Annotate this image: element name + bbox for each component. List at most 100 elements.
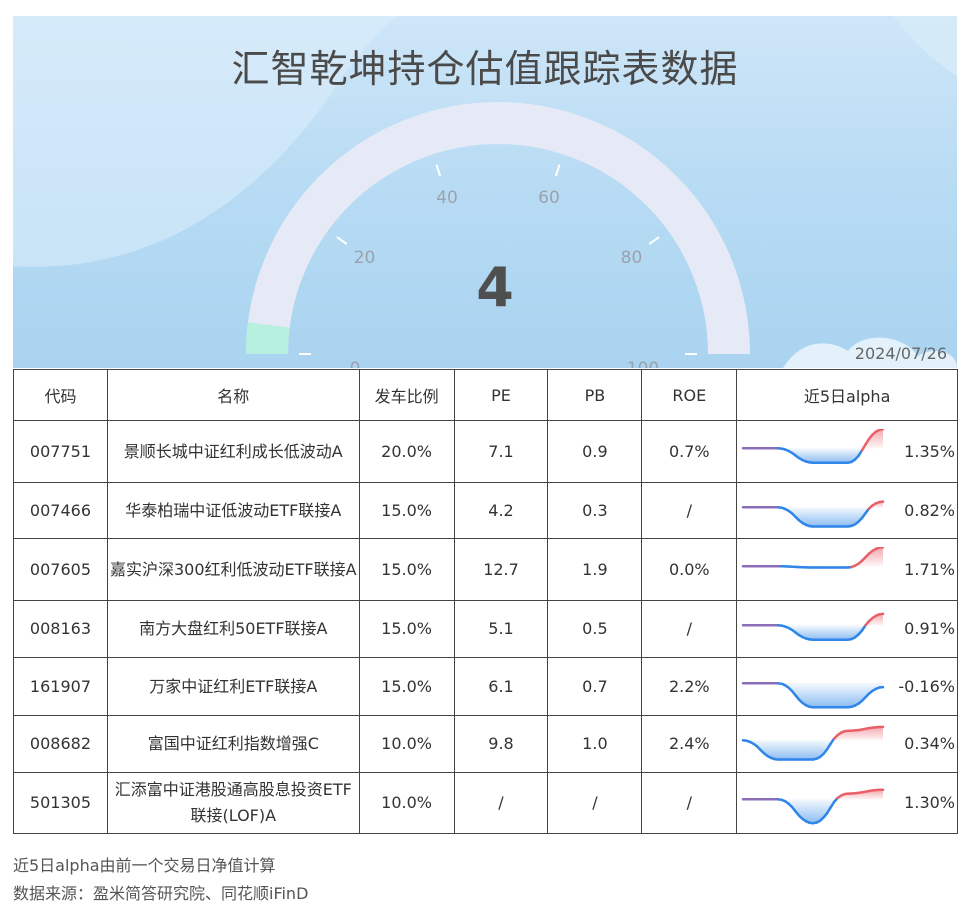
sparkline-positive-area	[743, 546, 884, 566]
fund-roe: 2.4%	[641, 715, 738, 773]
fund-pe: /	[453, 772, 549, 834]
alpha-sparkline	[742, 681, 885, 708]
fund-pe: 9.8	[453, 715, 549, 773]
alpha-value: 1.30%	[904, 793, 955, 812]
table-row: 008682 富国中证红利指数增强C 10.0% 9.8 1.0 2.4% 0.…	[13, 715, 958, 773]
fund-ratio: 15.0%	[358, 657, 455, 716]
sparkline-segment	[878, 612, 885, 616]
fund-code: 007466	[13, 482, 108, 539]
fund-name: 景顺长城中证红利成长低波动A	[106, 420, 360, 483]
alpha-value: 1.71%	[904, 559, 955, 579]
fund-name: 汇添富中证港股通高股息投资ETF联接(LOF)A	[106, 772, 360, 834]
table-row: 161907 万家中证红利ETF联接A 15.0% 6.1 0.7 2.2% -…	[13, 657, 958, 716]
header-ratio: 发车比例	[358, 369, 455, 421]
fund-name: 富国中证红利指数增强C	[106, 715, 360, 773]
table-row: 008163 南方大盘红利50ETF联接A 15.0% 5.1 0.5 / 0.…	[13, 600, 958, 658]
alpha-cell: 1.30%	[736, 772, 958, 834]
table-row: 007605 嘉实沪深300红利低波动ETF联接A 15.0% 12.7 1.9…	[13, 538, 958, 601]
fund-ratio: 15.0%	[358, 600, 455, 658]
alpha-sparkline	[742, 612, 885, 641]
header-roe: ROE	[641, 369, 738, 421]
fund-ratio: 15.0%	[358, 538, 455, 601]
sparkline-negative-area	[743, 682, 884, 707]
sparkline-positive-area	[743, 613, 884, 626]
fund-pb: 0.3	[547, 482, 643, 539]
alpha-value: 0.34%	[904, 734, 955, 753]
fund-pb: 0.5	[547, 600, 643, 658]
fund-code: 007605	[13, 538, 108, 601]
fund-code: 008163	[13, 600, 108, 658]
fund-name: 万家中证红利ETF联接A	[106, 657, 360, 716]
alpha-sparkline	[742, 725, 885, 761]
table-row: 007466 华泰柏瑞中证低波动ETF联接A 15.0% 4.2 0.3 / 0…	[13, 482, 958, 539]
fund-code: 501305	[13, 772, 108, 834]
fund-roe: /	[641, 772, 738, 834]
fund-code: 008682	[13, 715, 108, 773]
sparkline-segment	[878, 428, 885, 431]
header-pe: PE	[453, 369, 549, 421]
footnotes: 近5日alpha由前一个交易日净值计算 数据来源：盈米简答研究院、同花顺iFin…	[13, 852, 308, 908]
alpha-value: -0.16%	[898, 676, 955, 696]
alpha-cell: 0.91%	[736, 600, 958, 658]
gauge-tick	[648, 236, 660, 245]
sparkline-negative-area	[743, 740, 884, 760]
fund-name: 南方大盘红利50ETF联接A	[106, 600, 360, 658]
gauge-tick	[435, 164, 442, 177]
alpha-cell: -0.16%	[736, 657, 958, 716]
gauge-tick	[336, 236, 348, 245]
sparkline-negative-area	[743, 625, 884, 640]
gauge-tick-label: 20	[354, 248, 376, 268]
alpha-cell: 0.82%	[736, 482, 958, 539]
table-row: 007751 景顺长城中证红利成长低波动A 20.0% 7.1 0.9 0.7%…	[13, 420, 958, 483]
fund-pe: 6.1	[453, 657, 549, 716]
footnote-alpha: 近5日alpha由前一个交易日净值计算	[13, 856, 276, 875]
gauge-tick-label: 0	[350, 359, 361, 368]
fund-pe: 4.2	[453, 482, 549, 539]
alpha-sparkline	[742, 499, 885, 528]
fund-pe: 5.1	[453, 600, 549, 658]
fund-ratio: 10.0%	[358, 715, 455, 773]
table-header-row: 代码 名称 发车比例 PE PB ROE 近5日alpha	[13, 369, 958, 421]
fund-code: 161907	[13, 657, 108, 716]
fund-name: 华泰柏瑞中证低波动ETF联接A	[106, 482, 360, 539]
fund-roe: 2.2%	[641, 657, 738, 716]
fund-roe: 0.0%	[641, 538, 738, 601]
fund-name: 嘉实沪深300红利低波动ETF联接A	[106, 538, 360, 601]
alpha-value: 0.91%	[904, 619, 955, 638]
header-banner: 汇智乾坤持仓估值跟踪表数据 020406080100 4 2024/07/26	[13, 16, 957, 368]
alpha-value: 0.82%	[904, 500, 955, 520]
table-row: 501305 汇添富中证港股通高股息投资ETF联接(LOF)A 10.0% / …	[13, 772, 958, 834]
fund-pb: /	[547, 772, 643, 834]
fund-ratio: 20.0%	[358, 420, 455, 483]
fund-ratio: 10.0%	[358, 772, 455, 834]
alpha-cell: 0.34%	[736, 715, 958, 773]
footnote-source: 数据来源：盈米简答研究院、同花顺iFinD	[13, 884, 309, 903]
fund-pb: 1.0	[547, 715, 643, 773]
fund-pb: 1.9	[547, 538, 643, 601]
sparkline-negative-area	[743, 799, 884, 824]
header-pb: PB	[547, 369, 643, 421]
alpha-cell: 1.35%	[736, 420, 958, 483]
date-label: 2024/07/26	[854, 344, 947, 363]
header-code: 代码	[13, 369, 108, 421]
fund-pe: 12.7	[453, 538, 549, 601]
fund-pe: 7.1	[453, 420, 549, 483]
alpha-value: 1.35%	[904, 441, 955, 461]
fund-pb: 0.9	[547, 420, 643, 483]
fund-roe: 0.7%	[641, 420, 738, 483]
gauge-tick	[554, 164, 561, 177]
gauge-fill	[245, 322, 290, 355]
gauge-value: 4	[476, 256, 514, 319]
gauge-tick-label: 60	[538, 188, 560, 208]
gauge-tick-label: 40	[436, 188, 458, 208]
gauge-tick-label: 80	[621, 248, 643, 268]
alpha-sparkline	[742, 428, 885, 464]
alpha-sparkline	[742, 788, 885, 825]
sparkline-positive-area	[743, 428, 884, 448]
header-name: 名称	[106, 369, 360, 421]
fund-roe: /	[641, 482, 738, 539]
gauge-tick-label: 100	[627, 359, 659, 368]
holdings-table: 代码 名称 发车比例 PE PB ROE 近5日alpha 007751 景顺长…	[13, 369, 958, 834]
alpha-sparkline	[742, 546, 885, 569]
fund-ratio: 15.0%	[358, 482, 455, 539]
